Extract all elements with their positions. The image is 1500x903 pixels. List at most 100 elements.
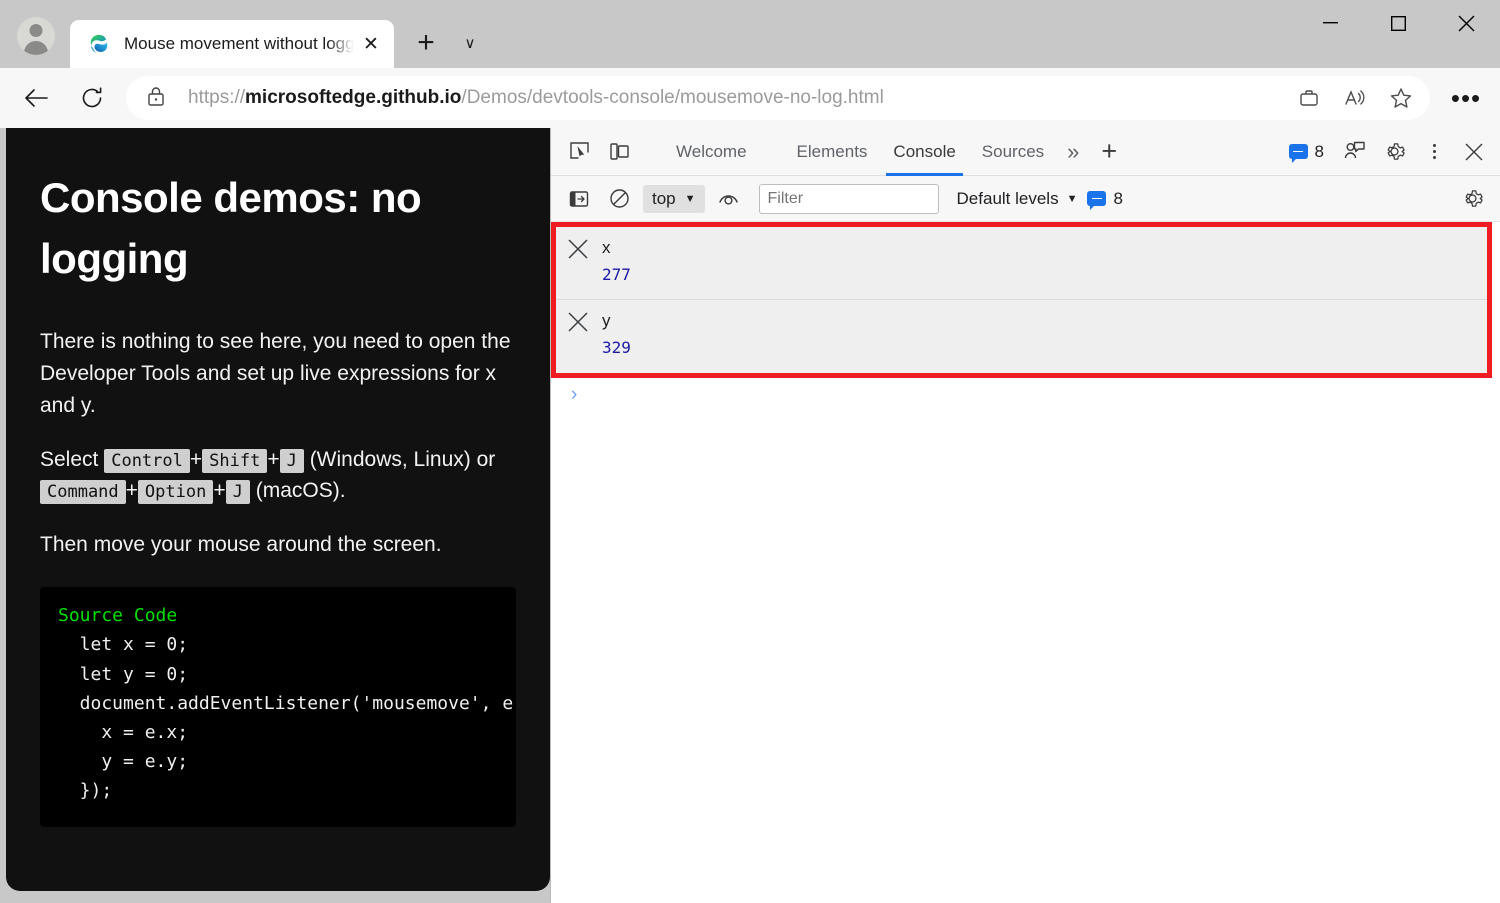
tab-welcome[interactable]: Welcome [663, 128, 760, 176]
web-page-pane: Console demos: no logging There is nothi… [0, 128, 550, 903]
title-bar: Mouse movement without loggin ✕ + ∨ [0, 0, 1500, 68]
log-levels-label: Default levels [956, 188, 1059, 208]
shortcut-mac-os: (macOS). [255, 479, 346, 503]
favorites-button[interactable] [1378, 78, 1424, 118]
minimize-icon [1322, 22, 1338, 24]
page-intro-paragraph: There is nothing to see here, you need t… [40, 329, 511, 417]
tab-strip: Mouse movement without loggin ✕ + ∨ [70, 0, 1296, 68]
settings-gear-icon [1387, 143, 1405, 160]
kbd-control: Control [104, 448, 190, 473]
devtools-settings-button[interactable] [1374, 132, 1414, 172]
page-title: Console demos: no logging [40, 174, 422, 282]
devtools-panel: Welcome Elements Console Sources » + 8 t… [550, 128, 1500, 903]
console-prompt[interactable]: › [551, 378, 1500, 412]
edge-logo-icon [90, 34, 108, 53]
favorites-star-icon [1390, 88, 1412, 108]
collections-button[interactable] [1286, 78, 1332, 118]
close-window-button[interactable] [1432, 0, 1500, 46]
log-levels-dropdown[interactable]: Default levels ▼ [957, 189, 1078, 209]
address-bar[interactable]: https://microsoftedge.github.io/Demos/de… [126, 76, 1430, 120]
source-code-title: Source Code [58, 605, 178, 627]
clear-console-button[interactable] [599, 179, 639, 219]
inspect-element-icon [569, 142, 589, 159]
close-devtools-icon [1465, 143, 1483, 160]
device-toolbar-button[interactable] [599, 132, 639, 172]
live-expression-value: 277 [602, 264, 631, 284]
filtered-message-count-badge[interactable]: 8 [1077, 188, 1132, 210]
message-count: 8 [1314, 141, 1324, 161]
profile-avatar-button[interactable] [12, 12, 60, 60]
console-toolbar: top ▼ Default levels ▼ 8 [551, 176, 1500, 222]
browser-window: Mouse movement without loggin ✕ + ∨ http… [0, 0, 1500, 903]
maximize-icon [1390, 15, 1406, 31]
source-code-body: let x = 0; let y = 0; document.addEventL… [79, 634, 514, 802]
tab-sources[interactable]: Sources [969, 128, 1057, 176]
kbd-shift: Shift [202, 448, 268, 473]
reload-arrow-icon [82, 87, 102, 108]
inspect-element-button[interactable] [559, 132, 599, 172]
javascript-context-selector[interactable]: top ▼ [643, 184, 705, 213]
console-body: x 277 y 329 › [551, 222, 1500, 903]
console-filter-input[interactable] [758, 183, 939, 214]
device-toolbar-icon [609, 143, 629, 160]
context-label: top [652, 188, 676, 208]
console-sidebar-toggle-button[interactable] [559, 179, 599, 219]
chevron-down-icon: ▼ [684, 192, 696, 205]
message-count-badge[interactable]: 8 [1279, 141, 1334, 163]
back-button[interactable] [14, 76, 58, 120]
more-tabs-icon[interactable]: » [1057, 139, 1089, 165]
browser-tab[interactable]: Mouse movement without loggin ✕ [70, 20, 394, 68]
create-live-expression-button[interactable] [709, 179, 749, 219]
more-options-icon [1419, 144, 1449, 159]
kbd-option: Option [137, 480, 214, 505]
live-expression-row[interactable]: x 277 [556, 227, 1487, 300]
console-sidebar-icon [569, 190, 589, 207]
live-expression-value: 329 [602, 337, 631, 357]
url-path: /Demos/devtools-console/mousemove-no-log… [461, 87, 884, 108]
collections-icon [1300, 90, 1318, 106]
omnibox-actions [1286, 78, 1424, 118]
chevron-down-icon: ▼ [1066, 192, 1078, 205]
kbd-command: Command [40, 480, 126, 505]
remove-live-expression-icon[interactable] [566, 310, 592, 339]
feedback-button[interactable] [1334, 132, 1374, 172]
navigation-toolbar: https://microsoftedge.github.io/Demos/de… [0, 68, 1500, 128]
close-devtools-button[interactable] [1454, 132, 1494, 172]
lock-icon [146, 85, 168, 112]
add-panel-button[interactable]: + [1089, 136, 1129, 167]
tab-title: Mouse movement without loggin [124, 34, 356, 53]
remove-live-expression-icon[interactable] [566, 237, 592, 266]
web-page-content: Console demos: no logging There is nothi… [6, 128, 550, 891]
clear-console-icon [609, 189, 629, 208]
devtools-tab-bar: Welcome Elements Console Sources » + 8 [551, 128, 1500, 176]
kbd-j-mac: J [225, 480, 250, 505]
live-expressions-highlight: x 277 y 329 [551, 222, 1492, 378]
devtools-tabbar-actions: 8 [1279, 132, 1500, 172]
maximize-button[interactable] [1364, 0, 1432, 46]
filtered-message-count: 8 [1113, 188, 1123, 208]
source-code-block: Source Code let x = 0; let y = 0; docume… [40, 587, 516, 828]
avatar [17, 17, 55, 55]
back-arrow-icon [25, 89, 48, 107]
read-aloud-icon [1345, 90, 1365, 105]
reload-button[interactable] [70, 76, 114, 120]
message-bubble-icon [1288, 144, 1308, 163]
page-move-mouse-paragraph: Then move your mouse around the screen. [40, 533, 442, 557]
console-settings-gear-icon [1465, 190, 1483, 207]
new-tab-button[interactable]: + [408, 25, 444, 61]
window-controls [1296, 0, 1500, 46]
browser-settings-button[interactable]: ••• [1440, 76, 1492, 120]
tab-elements[interactable]: Elements [784, 128, 881, 176]
minimize-button[interactable] [1296, 0, 1364, 46]
tab-console[interactable]: Console [880, 128, 968, 176]
devtools-more-options-button[interactable] [1414, 132, 1454, 172]
tab-actions-menu-icon[interactable]: ∨ [452, 25, 488, 61]
tab-close-icon[interactable]: ✕ [356, 29, 386, 59]
url-domain: microsoftedge.github.io [245, 87, 462, 108]
read-aloud-button[interactable] [1332, 78, 1378, 118]
shortcut-win-os: (Windows, Linux) or [309, 447, 496, 471]
feedback-icon [1344, 141, 1365, 159]
url-scheme: https:// [188, 87, 246, 108]
live-expression-row[interactable]: y 329 [556, 299, 1487, 373]
console-settings-button[interactable] [1452, 179, 1492, 219]
